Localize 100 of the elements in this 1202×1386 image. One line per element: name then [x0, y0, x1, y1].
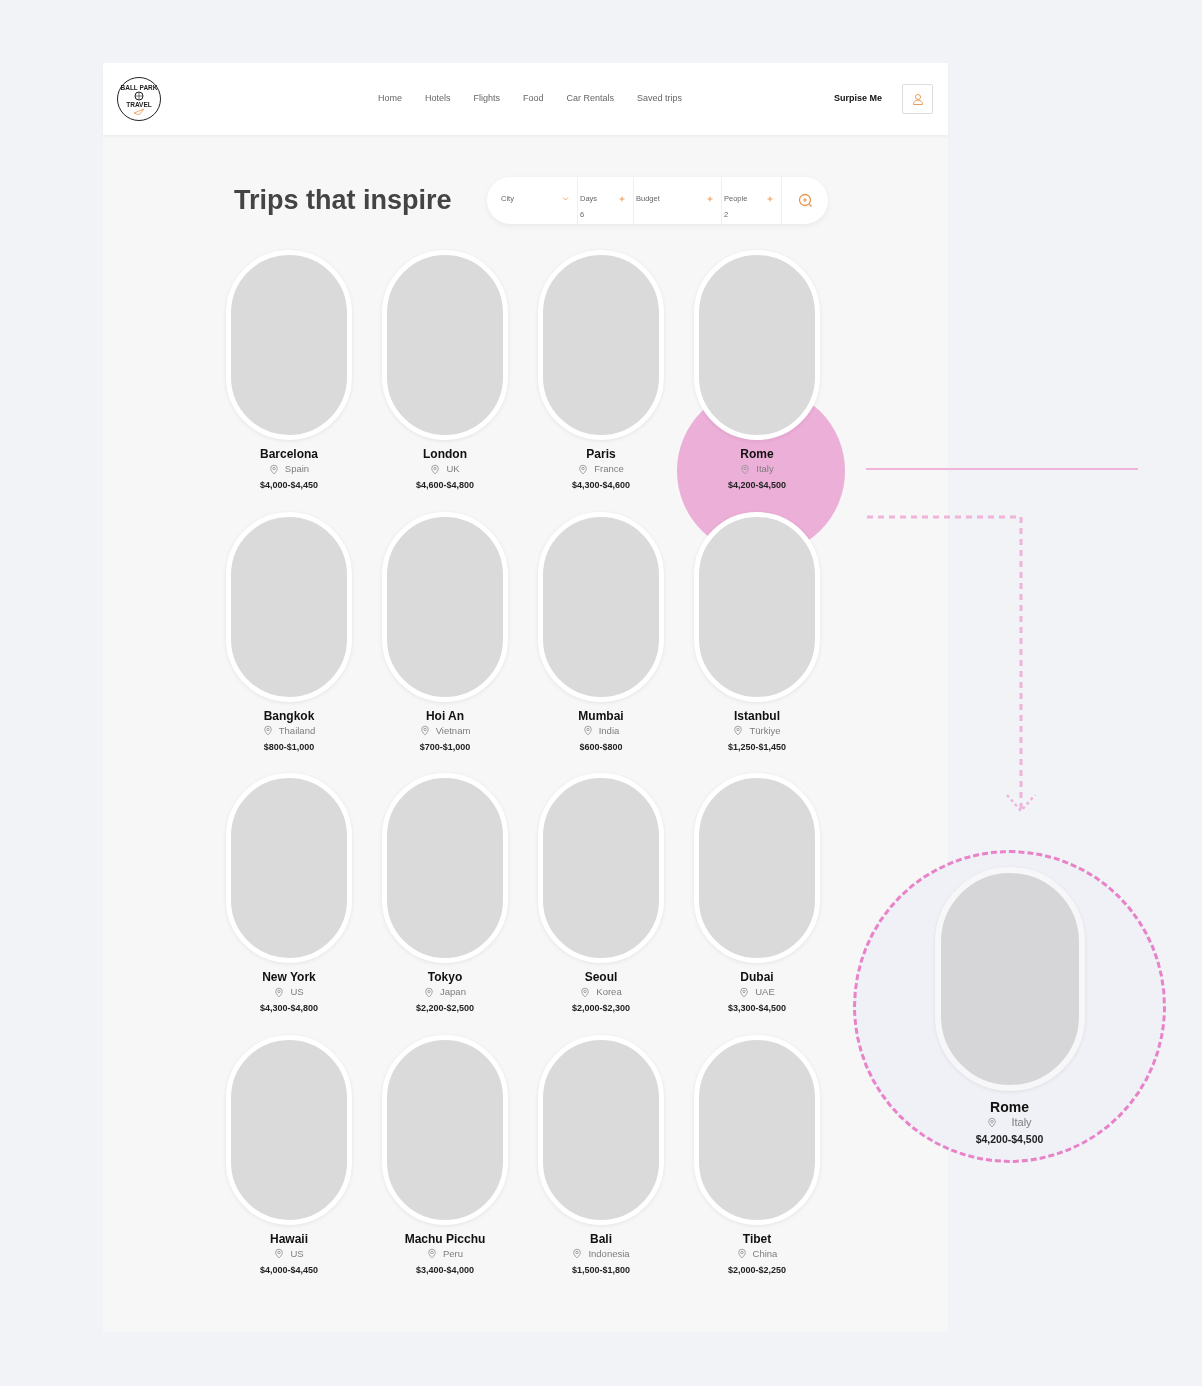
- paper-plane-icon: [133, 107, 145, 115]
- trip-card[interactable]: Mumbai India $600-$800: [538, 511, 664, 754]
- destination-name: Dubai: [740, 969, 774, 985]
- nav-link[interactable]: Home: [378, 92, 402, 106]
- trip-card[interactable]: Tibet China $2,000-$2,250: [694, 1034, 820, 1277]
- nav-link[interactable]: Food: [523, 92, 544, 106]
- destination-name: Hoi An: [425, 707, 465, 724]
- location-pin-icon: [987, 1116, 998, 1128]
- price-range: $800-$1,000: [263, 740, 315, 754]
- price-range: $2,200-$2,500: [415, 1002, 475, 1015]
- trip-card[interactable]: New York US $4,300-$4,800: [226, 773, 352, 1016]
- location-pin-icon: [274, 986, 285, 998]
- location-pin-icon: [262, 725, 273, 736]
- country-name: France: [594, 462, 624, 476]
- trip-card[interactable]: Bali Indonesia $1,500-$1,800: [538, 1034, 664, 1277]
- destination-name: Seoul: [584, 969, 618, 985]
- location-pin-icon: [274, 1248, 285, 1259]
- search-icon: [797, 193, 813, 208]
- plus-icon: [707, 196, 713, 202]
- surprise-me-button[interactable]: Surpise Me: [834, 92, 882, 106]
- nav-link[interactable]: Hotels: [425, 92, 451, 106]
- price-range: $2,000-$2,300: [571, 1002, 631, 1015]
- destination-name: Mumbai: [578, 707, 624, 724]
- user-button[interactable]: [902, 84, 933, 114]
- location-pin-icon: [572, 1248, 583, 1259]
- country-name: Peru: [442, 1246, 464, 1261]
- location-pin-icon: [736, 1248, 747, 1259]
- destination-name: Rome: [740, 446, 774, 462]
- trip-card[interactable]: Istanbul Türkiye $1,250-$1,450: [694, 511, 820, 754]
- price-range: $3,300-$4,500: [727, 1002, 787, 1015]
- country-name: US: [290, 1246, 304, 1261]
- destination-name: Bangkok: [263, 707, 315, 724]
- country-name: India: [598, 723, 620, 738]
- location-pin-icon: [739, 986, 750, 998]
- country-name: Italy: [1011, 1115, 1032, 1129]
- price-range: $4,200-$4,500: [727, 479, 787, 492]
- trip-card[interactable]: Paris France $4,300-$4,600: [538, 250, 664, 493]
- country-name: Türkiye: [749, 723, 781, 738]
- nav-link[interactable]: Saved trips: [637, 92, 683, 106]
- destination-name: Bali: [590, 1230, 612, 1247]
- country-name: China: [752, 1246, 778, 1261]
- destination-name: Hawaii: [270, 1230, 308, 1247]
- destination-name: Tibet: [742, 1230, 772, 1247]
- destination-name: Paris: [586, 446, 616, 462]
- destination-name: London: [423, 446, 467, 462]
- location-pin-icon: [740, 463, 751, 475]
- price-range: $4,000-$4,450: [259, 479, 319, 492]
- price-range: $1,500-$1,800: [571, 1263, 631, 1277]
- country-name: Indonesia: [588, 1246, 630, 1261]
- trip-card[interactable]: Hoi An Vietnam $700-$1,000: [382, 511, 508, 754]
- destination-name: Machu Picchu: [404, 1230, 486, 1247]
- location-pin-icon: [578, 463, 589, 475]
- price-range: $3,400-$4,000: [415, 1263, 475, 1277]
- trip-card[interactable]: Tokyo Japan $2,200-$2,500: [382, 773, 508, 1016]
- country-name: Korea: [596, 985, 622, 999]
- destination-name: Istanbul: [734, 707, 780, 724]
- trip-card[interactable]: Rome Italy $4,200-$4,500: [694, 250, 820, 493]
- location-pin-icon: [430, 463, 441, 475]
- country-name: Vietnam: [435, 723, 471, 738]
- globe-icon: [134, 90, 144, 101]
- location-pin-icon: [268, 463, 279, 475]
- country-name: Spain: [284, 462, 310, 476]
- destination-name: Tokyo: [427, 969, 463, 985]
- price-range: $4,600-$4,800: [415, 479, 475, 492]
- trip-card[interactable]: Barcelona Spain $4,000-$4,450: [226, 250, 352, 493]
- nav-link[interactable]: Flights: [473, 92, 501, 106]
- trip-card[interactable]: Bangkok Thailand $800-$1,000: [226, 511, 352, 754]
- price-range: $600-$800: [579, 740, 623, 754]
- nav-link[interactable]: Car Rentals: [566, 92, 615, 106]
- location-pin-icon: [580, 986, 591, 998]
- country-name: Japan: [440, 985, 466, 999]
- trip-card[interactable]: Dubai UAE $3,300-$4,500: [694, 773, 820, 1016]
- chevron-down-icon: [562, 196, 569, 202]
- location-pin-icon: [733, 725, 744, 736]
- location-pin-icon: [419, 725, 430, 736]
- price-range: $4,300-$4,800: [259, 1002, 319, 1015]
- location-pin-icon: [426, 1248, 437, 1259]
- price-range: $1,250-$1,450: [727, 740, 787, 754]
- price-range: $4,200-$4,500: [975, 1132, 1044, 1147]
- destination-name: New York: [262, 969, 316, 985]
- location-pin-icon: [424, 986, 435, 998]
- trip-card[interactable]: Seoul Korea $2,000-$2,300: [538, 773, 664, 1016]
- country-name: Italy: [756, 462, 774, 476]
- trip-card[interactable]: London UK $4,600-$4,800: [382, 250, 508, 493]
- price-range: $4,000-$4,450: [259, 1263, 319, 1277]
- plus-icon: [767, 196, 773, 202]
- trip-card[interactable]: Hawaii US $4,000-$4,450: [226, 1034, 352, 1277]
- price-range: $4,300-$4,600: [571, 479, 631, 492]
- user-icon: [911, 93, 924, 105]
- country-name: UK: [446, 462, 460, 476]
- destination-name: Rome: [990, 1099, 1029, 1115]
- country-name: UAE: [755, 985, 775, 999]
- trip-card[interactable]: Machu Picchu Peru $3,400-$4,000: [382, 1034, 508, 1277]
- price-range: $2,000-$2,250: [727, 1263, 787, 1277]
- destination-name: Barcelona: [260, 446, 318, 462]
- plus-icon: [619, 196, 625, 202]
- price-range: $700-$1,000: [419, 740, 471, 754]
- page-title: Trips that inspire: [234, 184, 453, 217]
- country-name: US: [290, 985, 304, 999]
- location-pin-icon: [582, 725, 593, 736]
